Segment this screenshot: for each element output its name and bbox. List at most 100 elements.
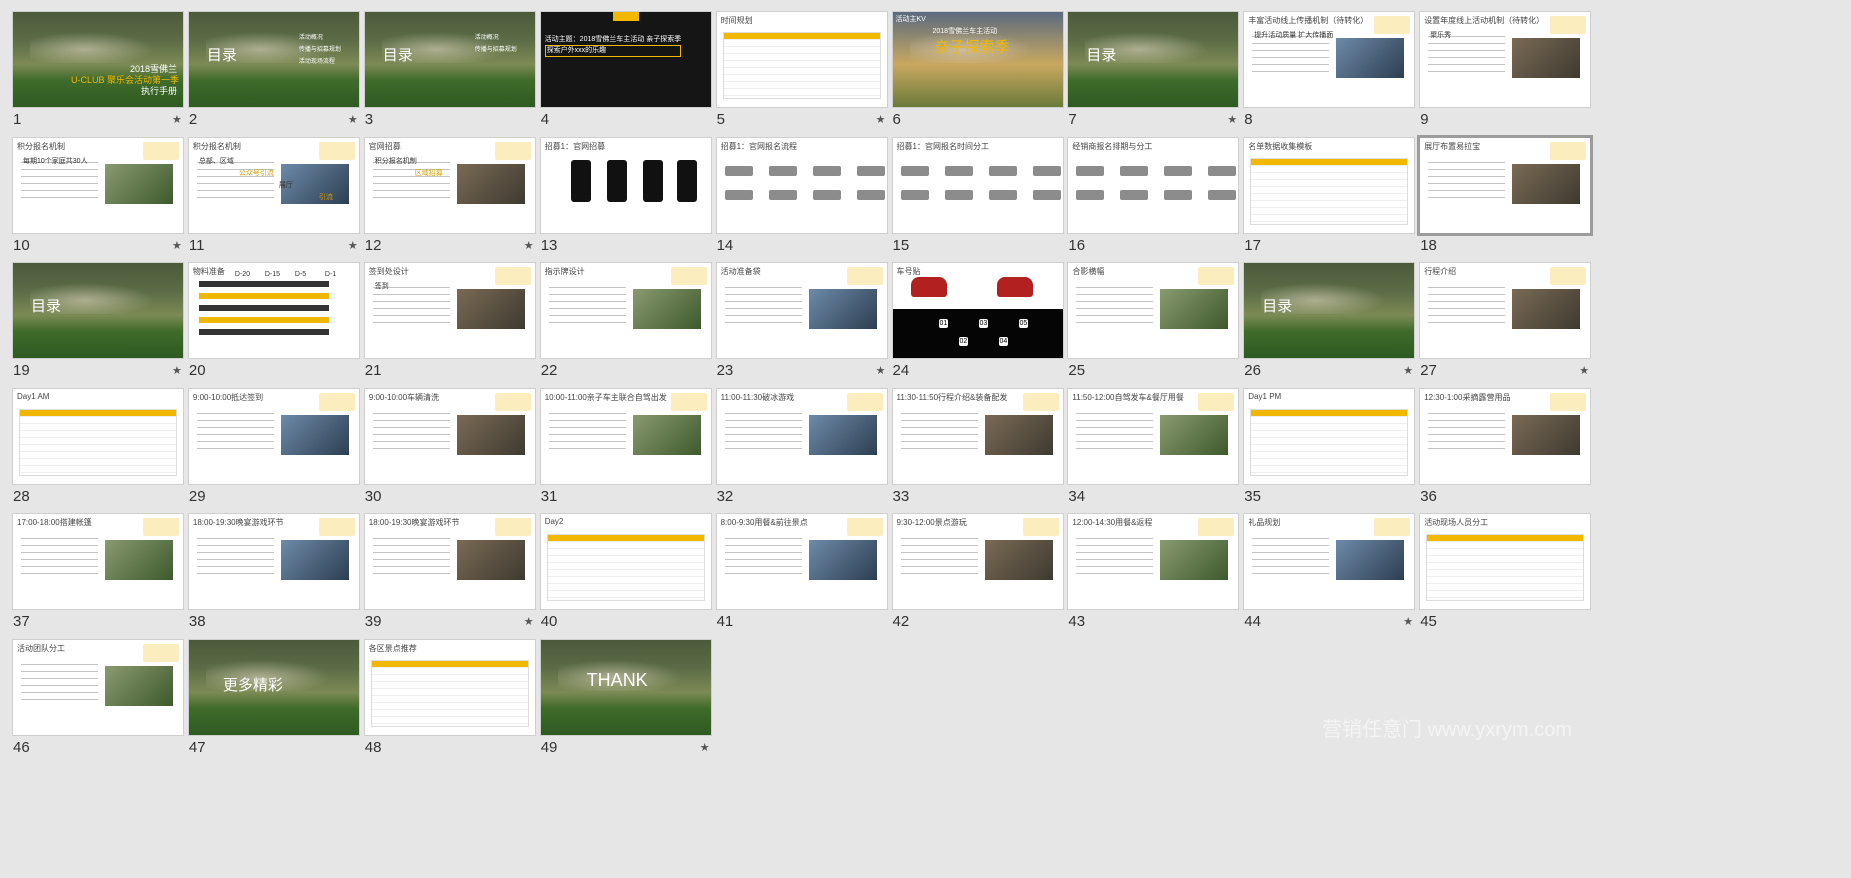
slide-cell[interactable]: 目录 活动概况 传播与招募规划 3 [351,0,535,128]
slide-cell[interactable]: 更多精彩 47 [175,626,359,756]
slide-cell[interactable]: 目录 26 ★ [1230,249,1415,379]
slide-thumbnail[interactable]: 积分报名机制 每期10个家庭共30人 [13,137,183,233]
slide-thumbnail[interactable]: 12:00-14:30用餐&返程 [1068,514,1239,610]
slide-thumbnail[interactable]: 活动团队分工 [13,640,183,735]
slide-cell[interactable]: 合影横幅 25 [1054,249,1239,379]
slide-thumbnail[interactable]: 车号贴 01 02 03 04 05 [892,263,1063,359]
slide-cell[interactable]: 活动准备袋 23 ★ [703,249,887,379]
slide-cell[interactable]: 18:00-19:30晚宴游戏环节 38 [175,500,359,630]
slide-cell[interactable]: 18:00-19:30晚宴游戏环节 39 ★ [351,500,535,630]
slide-thumbnail[interactable]: 9:30-12:00景点游玩 [892,514,1063,610]
slide-cell[interactable]: 目录 19 ★ [0,249,183,379]
accent-badge [846,392,883,411]
slide-cell[interactable]: 礼品规划 44 ★ [1230,500,1415,630]
slide-cell[interactable]: 物料准备 D-20 D-15 D-5 D-1 20 [175,249,359,379]
slide-cell[interactable]: 9:30-12:00景点游玩 42 [879,500,1063,630]
slide-cell[interactable]: 经销商报名排期与分工 16 [1054,124,1239,254]
slide-cell[interactable]: 12:00-14:30用餐&返程 43 [1054,500,1239,630]
slide-thumbnail[interactable]: 时间规划 [716,12,887,107]
slide-cell[interactable]: Day1 PM 35 [1230,375,1415,505]
slide-cell[interactable]: 积分报名机制 每期10个家庭共30人 10 ★ [0,124,183,254]
slide-cell[interactable]: 积分报名机制 总部、区域 公众号引流 展厅 引流 11 ★ [175,124,359,254]
slide-cell[interactable]: 各区景点推荐 48 [351,626,535,756]
slide-cell[interactable]: 时间规划 5 ★ [703,0,887,128]
slide-thumbnail[interactable]: 目录 活动概况 传播与招募规划 活动现场流程 [188,12,359,107]
slide-cell[interactable]: 9:00-10:00车辆清洗 30 [351,375,535,505]
slide-cell[interactable]: 活动主KV 2018雪佛兰车主活动 亲子探索季 6 [879,0,1063,128]
slide-thumbnail[interactable]: 18:00-19:30晚宴游戏环节 [364,514,535,610]
slide-thumbnail[interactable]: 8:00-9:30用餐&前往景点 [716,514,887,610]
slide-thumbnail[interactable]: 行程介绍 [1420,263,1591,359]
slide-thumbnail[interactable]: 10:00-11:00亲子车主联合自驾出发 [540,388,711,484]
slide-thumbnail[interactable]: 目录 [1244,263,1415,359]
slide-cell[interactable]: 11:00-11:30破冰游戏 32 [703,375,887,505]
slide-thumbnail[interactable]: 招募1：官网招募 [540,137,711,233]
slide-cell[interactable]: 活动团队分工 46 [0,626,183,756]
slide-cell[interactable]: 设置年度线上活动机制（待转化） 聚乐秀 9 [1406,0,1591,128]
slide-thumbnail[interactable]: 9:00-10:00车辆清洗 [364,388,535,484]
slide-thumbnail[interactable]: 丰富活动线上传播机制（待转化） 提升活动质量 扩大传播面 [1244,12,1415,107]
slide-thumbnail[interactable]: 11:50-12:00自驾发车&餐厅用餐 [1068,388,1239,484]
slide-cell[interactable]: 目录 7 ★ [1054,0,1239,128]
slide-thumbnail[interactable]: 12:30-1:00采摘露营用品 [1420,388,1591,484]
slide-thumbnail[interactable]: 展厅布置易拉宝 [1420,137,1591,233]
slide-thumbnail[interactable]: Day1 AM [13,388,183,484]
slide-thumbnail[interactable]: 积分报名机制 总部、区域 公众号引流 展厅 引流 [188,137,359,233]
slide-thumbnail[interactable]: Day1 PM [1244,388,1415,484]
slide-cell[interactable]: 招募1：官网报名流程 14 [703,124,887,254]
slide-thumbnail[interactable]: Day2 [540,514,711,610]
slide-thumbnail[interactable]: 礼品规划 [1244,514,1415,610]
slide-thumbnail[interactable]: 活动主题：2018雪佛兰车主活动 亲子探索季 探索户外xxx的乐趣 [540,12,711,107]
slide-thumbnail[interactable]: 目录 [13,263,183,359]
slide-cell[interactable]: 活动现场人员分工 45 [1406,500,1591,630]
slide-thumbnail[interactable]: 11:00-11:30破冰游戏 [716,388,887,484]
slide-cell[interactable]: 10:00-11:00亲子车主联合自驾出发 31 [527,375,711,505]
slide-cell[interactable]: 行程介绍 27 ★ [1406,249,1591,379]
slide-thumbnail[interactable]: THANK [540,640,711,735]
slide-cell[interactable]: 招募1：官网招募 13 [527,124,711,254]
slide-thumbnail[interactable]: 2018雪佛兰 U-CLUB 聚乐会活动第一季 执行手册 [13,12,183,107]
slide-cell[interactable]: 招募1：官网报名时间分工 15 [879,124,1063,254]
slide-cell[interactable]: 丰富活动线上传播机制（待转化） 提升活动质量 扩大传播面 8 [1230,0,1415,128]
slide-cell[interactable]: 指示牌设计 22 [527,249,711,379]
slide-thumbnail[interactable]: 经销商报名排期与分工 [1068,137,1239,233]
slide-thumbnail[interactable]: 11:30-11:50行程介绍&装备配发 [892,388,1063,484]
slide-thumbnail[interactable]: 招募1：官网报名流程 [716,137,887,233]
slide-cell[interactable]: 活动主题：2018雪佛兰车主活动 亲子探索季 探索户外xxx的乐趣 4 [527,0,711,128]
slide-cell[interactable]: 17:00-18:00搭建帐篷 37 [0,500,183,630]
slide-cell[interactable]: Day2 40 [527,500,711,630]
slide-cell[interactable]: 8:00-9:30用餐&前往景点 41 [703,500,887,630]
slide-cell[interactable]: 名单数据收集模板 17 [1230,124,1415,254]
slide-cell[interactable]: 车号贴 01 02 03 04 05 24 [879,249,1063,379]
slide-cell[interactable]: 目录 活动概况 传播与招募规划 活动现场流程 2 ★ [175,0,359,128]
slide-thumbnail[interactable]: 18:00-19:30晚宴游戏环节 [188,514,359,610]
slide-thumbnail[interactable]: 活动现场人员分工 [1420,514,1591,610]
slide-cell[interactable]: 签到处设计 签到 21 [351,249,535,379]
slide-thumbnail[interactable]: 合影横幅 [1068,263,1239,359]
slide-thumbnail[interactable]: 设置年度线上活动机制（待转化） 聚乐秀 [1420,12,1591,107]
slide-cell[interactable]: 9:00-10:00抵达签到 29 [175,375,359,505]
slide-thumbnail[interactable]: 物料准备 D-20 D-15 D-5 D-1 [188,263,359,359]
slide-cell[interactable]: 官网招募 积分报名机制 区域招募 12 ★ [351,124,535,254]
slide-thumbnail[interactable]: 各区景点推荐 [364,640,535,735]
slide-cell[interactable]: 12:30-1:00采摘露营用品 36 [1406,375,1591,505]
slide-thumbnail[interactable]: 更多精彩 [188,640,359,735]
slide-thumbnail[interactable]: 招募1：官网报名时间分工 [892,137,1063,233]
slide-cell[interactable]: 11:30-11:50行程介绍&装备配发 33 [879,375,1063,505]
slide-thumbnail[interactable]: 活动准备袋 [716,263,887,359]
slide-thumbnail[interactable]: 17:00-18:00搭建帐篷 [13,514,183,610]
slide-thumbnail[interactable]: 官网招募 积分报名机制 区域招募 [364,137,535,233]
slide-cell[interactable]: 展厅布置易拉宝 18 [1406,124,1591,254]
slide-cell[interactable]: THANK 49 ★ [527,626,711,756]
slide-thumbnail[interactable]: 活动主KV 2018雪佛兰车主活动 亲子探索季 [892,12,1063,107]
slide-cell[interactable]: Day1 AM 28 [0,375,183,505]
slide-thumbnail[interactable]: 目录 [1068,12,1239,107]
slide-text: 总部、区域 [198,157,234,165]
slide-thumbnail[interactable]: 签到处设计 签到 [364,263,535,359]
slide-thumbnail[interactable]: 目录 活动概况 传播与招募规划 [364,12,535,107]
slide-thumbnail[interactable]: 名单数据收集模板 [1244,137,1415,233]
slide-cell[interactable]: 2018雪佛兰 U-CLUB 聚乐会活动第一季 执行手册 1 ★ [0,0,183,128]
slide-thumbnail[interactable]: 指示牌设计 [540,263,711,359]
slide-cell[interactable]: 11:50-12:00自驾发车&餐厅用餐 34 [1054,375,1239,505]
slide-thumbnail[interactable]: 9:00-10:00抵达签到 [188,388,359,484]
